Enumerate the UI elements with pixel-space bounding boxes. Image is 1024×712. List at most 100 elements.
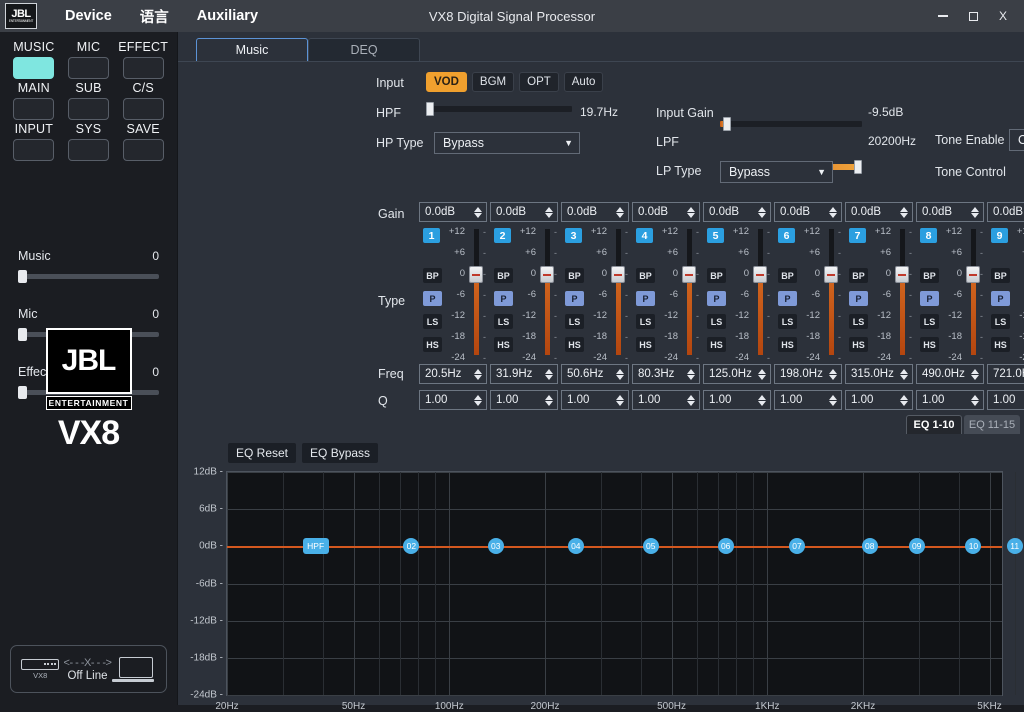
eq-type-ls-band-2[interactable]: LS — [494, 314, 513, 329]
slider-music[interactable] — [18, 270, 159, 282]
eq-reset-button[interactable]: EQ Reset — [228, 443, 296, 463]
eq-gain-fader-band-8[interactable] — [966, 226, 980, 358]
eq-gain-fader-band-3[interactable] — [611, 226, 625, 358]
eq-type-ls-band-9[interactable]: LS — [991, 314, 1010, 329]
spinner-arrows-icon[interactable] — [616, 207, 628, 218]
sidebar-item-effect[interactable]: EFFECT — [117, 40, 169, 79]
menu-item-device[interactable]: Device — [51, 3, 126, 29]
eq-type-bp-band-8[interactable]: BP — [920, 268, 939, 283]
sidebar-item-input[interactable]: INPUT — [8, 122, 60, 161]
maximize-button[interactable] — [960, 5, 986, 27]
spinner-arrows-icon[interactable] — [971, 395, 983, 406]
eq-gain-fader-band-6[interactable] — [824, 226, 838, 358]
eq-band-number-6[interactable]: 6 — [778, 228, 795, 243]
spinner-arrows-icon[interactable] — [829, 395, 841, 406]
eq-q-input-band-8[interactable]: 1.00 — [916, 390, 984, 410]
slider-knob[interactable] — [854, 160, 862, 174]
sidebar-item-sys[interactable]: SYS — [63, 122, 115, 161]
eq-type-bp-band-6[interactable]: BP — [778, 268, 797, 283]
eq-gain-input-band-7[interactable]: 0.0dB — [845, 202, 913, 222]
slider-knob[interactable] — [723, 117, 731, 131]
hp-type-select[interactable]: Bypass ▼ — [434, 132, 580, 154]
eq-gain-fader-band-5[interactable] — [753, 226, 767, 358]
eq-gain-fader-band-2[interactable] — [540, 226, 554, 358]
input-option-bgm[interactable]: BGM — [472, 72, 514, 92]
close-button[interactable]: X — [990, 5, 1016, 27]
eq-type-hs-band-4[interactable]: HS — [636, 337, 655, 352]
eq-chart-node-hpf[interactable]: HPF — [303, 538, 329, 554]
eq-chart-node-02[interactable]: 02 — [403, 538, 419, 554]
eq-q-input-band-5[interactable]: 1.00 — [703, 390, 771, 410]
spinner-arrows-icon[interactable] — [758, 395, 770, 406]
eq-type-bp-band-9[interactable]: BP — [991, 268, 1010, 283]
sidebar-button-main[interactable] — [13, 98, 54, 120]
eq-band-number-3[interactable]: 3 — [565, 228, 582, 243]
sidebar-item-main[interactable]: MAIN — [8, 81, 60, 120]
eq-type-p-band-4[interactable]: P — [636, 291, 655, 306]
eq-type-bp-band-2[interactable]: BP — [494, 268, 513, 283]
eq-type-bp-band-7[interactable]: BP — [849, 268, 868, 283]
tab-music[interactable]: Music — [196, 38, 308, 61]
eq-gain-fader-band-1[interactable] — [469, 226, 483, 358]
eq-chart-node-08[interactable]: 08 — [862, 538, 878, 554]
eq-type-p-band-9[interactable]: P — [991, 291, 1010, 306]
sidebar-item-save[interactable]: SAVE — [117, 122, 169, 161]
eq-type-p-band-1[interactable]: P — [423, 291, 442, 306]
eq-plot-area[interactable]: 12dB6dB0dB-6dB-12dB-18dB-24dB20Hz50Hz100… — [226, 471, 1003, 696]
eq-type-p-band-8[interactable]: P — [920, 291, 939, 306]
eq-type-ls-band-6[interactable]: LS — [778, 314, 797, 329]
fader-knob[interactable] — [824, 266, 838, 283]
eq-type-hs-band-9[interactable]: HS — [991, 337, 1010, 352]
eq-type-hs-band-2[interactable]: HS — [494, 337, 513, 352]
eq-type-hs-band-5[interactable]: HS — [707, 337, 726, 352]
fader-knob[interactable] — [895, 266, 909, 283]
eq-band-number-5[interactable]: 5 — [707, 228, 724, 243]
menu-item-auxiliary[interactable]: Auxiliary — [183, 3, 272, 29]
fader-knob[interactable] — [682, 266, 696, 283]
hpf-slider[interactable] — [426, 102, 572, 116]
eq-gain-input-band-3[interactable]: 0.0dB — [561, 202, 629, 222]
sidebar-button-cs[interactable] — [123, 98, 164, 120]
slider-knob[interactable] — [18, 270, 27, 283]
eq-gain-input-band-9[interactable]: 0.0dB — [987, 202, 1024, 222]
eq-band-number-4[interactable]: 4 — [636, 228, 653, 243]
eq-chart-node-06[interactable]: 06 — [718, 538, 734, 554]
eq-q-input-band-6[interactable]: 1.00 — [774, 390, 842, 410]
eq-type-ls-band-1[interactable]: LS — [423, 314, 442, 329]
connection-status-bar[interactable]: VX8 <- - -X- - -> Off Line — [10, 645, 167, 693]
minimize-button[interactable] — [930, 5, 956, 27]
eq-q-input-band-1[interactable]: 1.00 — [419, 390, 487, 410]
eq-gain-fader-band-7[interactable] — [895, 226, 909, 358]
sidebar-item-music[interactable]: MUSIC — [8, 40, 60, 79]
eq-type-ls-band-8[interactable]: LS — [920, 314, 939, 329]
sidebar-item-sub[interactable]: SUB — [63, 81, 115, 120]
spinner-arrows-icon[interactable] — [758, 207, 770, 218]
eq-q-input-band-4[interactable]: 1.00 — [632, 390, 700, 410]
eq-q-input-band-3[interactable]: 1.00 — [561, 390, 629, 410]
spinner-arrows-icon[interactable] — [616, 395, 628, 406]
spinner-arrows-icon[interactable] — [687, 395, 699, 406]
eq-gain-fader-band-4[interactable] — [682, 226, 696, 358]
spinner-arrows-icon[interactable] — [474, 207, 486, 218]
eq-chart-node-11[interactable]: 11 — [1007, 538, 1023, 554]
eq-type-hs-band-6[interactable]: HS — [778, 337, 797, 352]
eq-type-bp-band-1[interactable]: BP — [423, 268, 442, 283]
eq-type-hs-band-8[interactable]: HS — [920, 337, 939, 352]
eq-bypass-button[interactable]: EQ Bypass — [302, 443, 378, 463]
spinner-arrows-icon[interactable] — [687, 207, 699, 218]
eq-type-p-band-2[interactable]: P — [494, 291, 513, 306]
eq-type-hs-band-3[interactable]: HS — [565, 337, 584, 352]
fader-knob[interactable] — [611, 266, 625, 283]
eq-chart-node-07[interactable]: 07 — [789, 538, 805, 554]
eq-gain-input-band-4[interactable]: 0.0dB — [632, 202, 700, 222]
eq-type-bp-band-3[interactable]: BP — [565, 268, 584, 283]
eq-band-number-7[interactable]: 7 — [849, 228, 866, 243]
input-option-opt[interactable]: OPT — [519, 72, 559, 92]
sidebar-button-effect[interactable] — [123, 57, 164, 79]
sidebar-button-save[interactable] — [123, 139, 164, 161]
eq-type-ls-band-4[interactable]: LS — [636, 314, 655, 329]
spinner-arrows-icon[interactable] — [545, 207, 557, 218]
fader-knob[interactable] — [540, 266, 554, 283]
eq-q-input-band-9[interactable]: 1.00 — [987, 390, 1024, 410]
input-option-auto[interactable]: Auto — [564, 72, 604, 92]
